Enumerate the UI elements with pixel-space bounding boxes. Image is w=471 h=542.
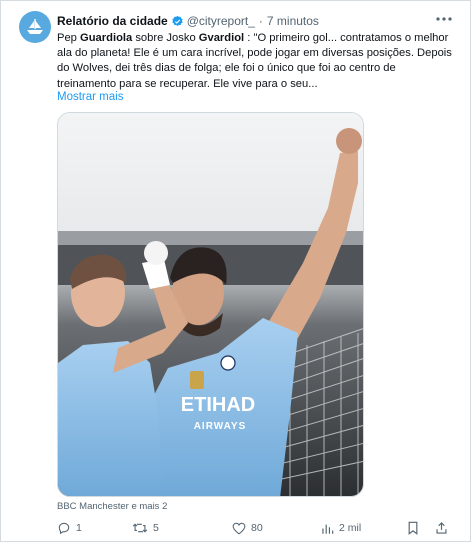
mention-guardiola: Guardiola — [80, 32, 133, 44]
like-button[interactable]: 80 — [232, 520, 263, 536]
views-chart-icon — [322, 524, 334, 534]
sponsor-sub-text: AIRWAYS — [194, 421, 247, 432]
reply-button[interactable]: 1 — [57, 520, 82, 536]
tweet-header: Relatório da cidade @cityreport_ · 7 min… — [57, 12, 440, 30]
retweet-count: 5 — [153, 522, 159, 534]
mention-gvardiol: Gvardiol — [198, 32, 245, 44]
photo-source-credit[interactable]: BBC Manchester e mais 2 — [57, 501, 167, 512]
retweet-icon — [132, 523, 148, 533]
share-button[interactable] — [435, 520, 453, 536]
share-icon — [436, 522, 447, 534]
bookmark-button[interactable] — [407, 520, 424, 536]
text-part: Pep — [57, 32, 81, 44]
tweet-card[interactable]: Relatório da cidade @cityreport_ · 7 min… — [0, 0, 471, 542]
ship-logo-icon — [27, 19, 43, 34]
celebration-photo: ETIHAD AIRWAYS — [58, 113, 363, 496]
like-count: 80 — [251, 522, 263, 534]
more-options-icon[interactable] — [434, 10, 454, 28]
show-more-link[interactable]: Mostrar mais — [57, 91, 123, 103]
author-handle[interactable]: @cityreport_ — [187, 14, 255, 28]
reply-count: 1 — [76, 522, 82, 534]
retweet-button[interactable]: 5 — [132, 520, 159, 536]
views-count: 2 mil — [339, 522, 362, 534]
sponsor-text: ETIHAD — [181, 394, 255, 416]
timestamp[interactable]: 7 minutos — [267, 14, 319, 28]
tweet-text: Pep Guardiola sobre Josko Gvardiol : "O … — [57, 31, 457, 92]
reply-icon — [58, 522, 70, 535]
heart-icon — [232, 522, 246, 534]
text-part: sobre Josko — [132, 32, 199, 44]
views-button[interactable]: 2 mil — [321, 520, 361, 536]
avatar[interactable] — [19, 11, 51, 43]
bookmark-icon — [408, 521, 418, 535]
tweet-actions: 1 5 80 2 mil — [57, 520, 457, 536]
verified-badge-icon — [171, 15, 184, 28]
separator-dot: · — [258, 14, 263, 28]
tweet-photo[interactable]: ETIHAD AIRWAYS — [57, 112, 364, 497]
author-name[interactable]: Relatório da cidade — [57, 14, 168, 28]
